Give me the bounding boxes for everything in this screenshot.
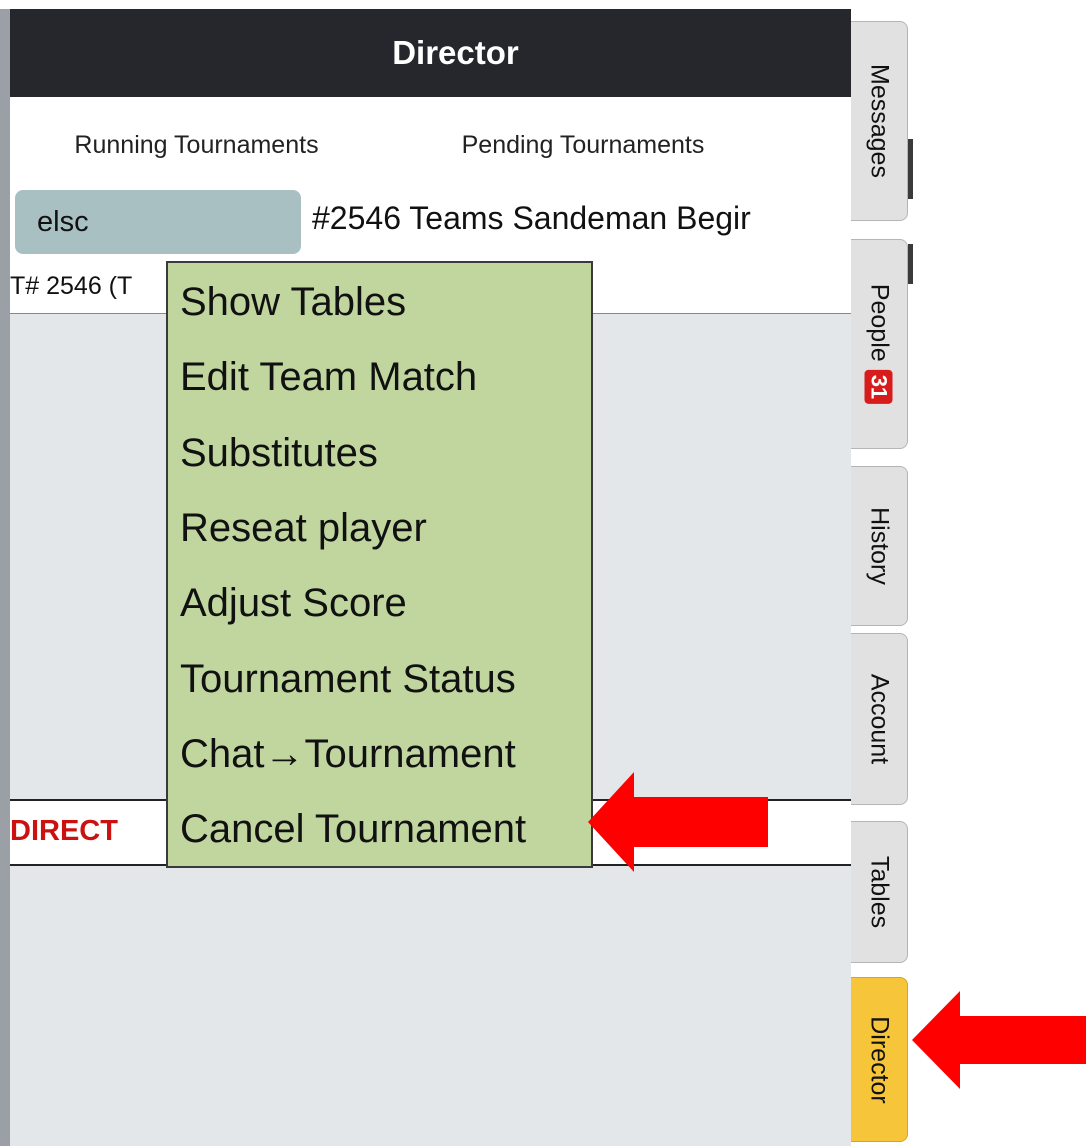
director-name-button[interactable]: elsc (15, 190, 301, 254)
annotation-arrow-icon (588, 772, 768, 872)
side-tab-tables[interactable]: Tables (851, 821, 908, 963)
side-tab-director[interactable]: Director (851, 977, 908, 1142)
left-border (0, 9, 10, 1146)
page-header: Director (10, 9, 851, 97)
menu-item-chat-tournament[interactable]: Chat→Tournament (180, 732, 516, 777)
tab-pending-tournaments[interactable]: Pending Tournaments (383, 97, 783, 193)
director-label: DIRECT (10, 815, 118, 847)
tournament-title: #2546 Teams Sandeman Begir (312, 200, 751, 236)
side-tab-messages-label: Messages (865, 64, 894, 178)
menu-item-reseat-player[interactable]: Reseat player (180, 506, 427, 551)
side-tab-history[interactable]: History (851, 466, 908, 626)
menu-item-cancel-tournament[interactable]: Cancel Tournament (180, 807, 526, 852)
page-title: Director (392, 34, 519, 71)
side-tab-director-label: Director (865, 1015, 894, 1104)
people-count-badge: 31 (865, 369, 893, 405)
tournament-tabs: Running Tournaments Pending Tournaments (10, 97, 851, 193)
side-tab-account-label: Account (865, 673, 894, 765)
director-name-label: elsc (37, 205, 89, 238)
side-tab-people[interactable]: People 31 (851, 239, 908, 449)
tab-running-label: Running Tournaments (74, 130, 319, 159)
menu-item-show-tables[interactable]: Show Tables (180, 280, 406, 325)
side-tab-bar: Messages People 31 History Account Table… (851, 9, 913, 1146)
side-tab-messages[interactable]: Messages (851, 21, 908, 221)
side-tab-people-label: People (865, 283, 894, 362)
tab-edge-shadow (908, 139, 913, 199)
menu-item-adjust-score[interactable]: Adjust Score (180, 581, 407, 626)
tournament-row[interactable]: elsc #2546 Teams Sandeman Begir (10, 184, 851, 260)
side-tab-people-content: People 31 (865, 283, 894, 405)
tournament-context-menu: Show Tables Edit Team Match Substitutes … (166, 261, 593, 868)
menu-item-substitutes[interactable]: Substitutes (180, 431, 378, 476)
tab-edge-shadow (908, 244, 913, 284)
menu-item-edit-team-match[interactable]: Edit Team Match (180, 355, 477, 400)
side-tab-tables-label: Tables (865, 855, 894, 929)
tab-pending-label: Pending Tournaments (461, 130, 705, 159)
tab-running-tournaments[interactable]: Running Tournaments (10, 97, 383, 193)
menu-item-tournament-status[interactable]: Tournament Status (180, 657, 516, 702)
side-tab-history-label: History (865, 507, 894, 585)
tournament-id: T# 2546 (T (10, 272, 133, 300)
annotation-arrow-icon (912, 991, 1086, 1089)
side-tab-account[interactable]: Account (851, 633, 908, 805)
